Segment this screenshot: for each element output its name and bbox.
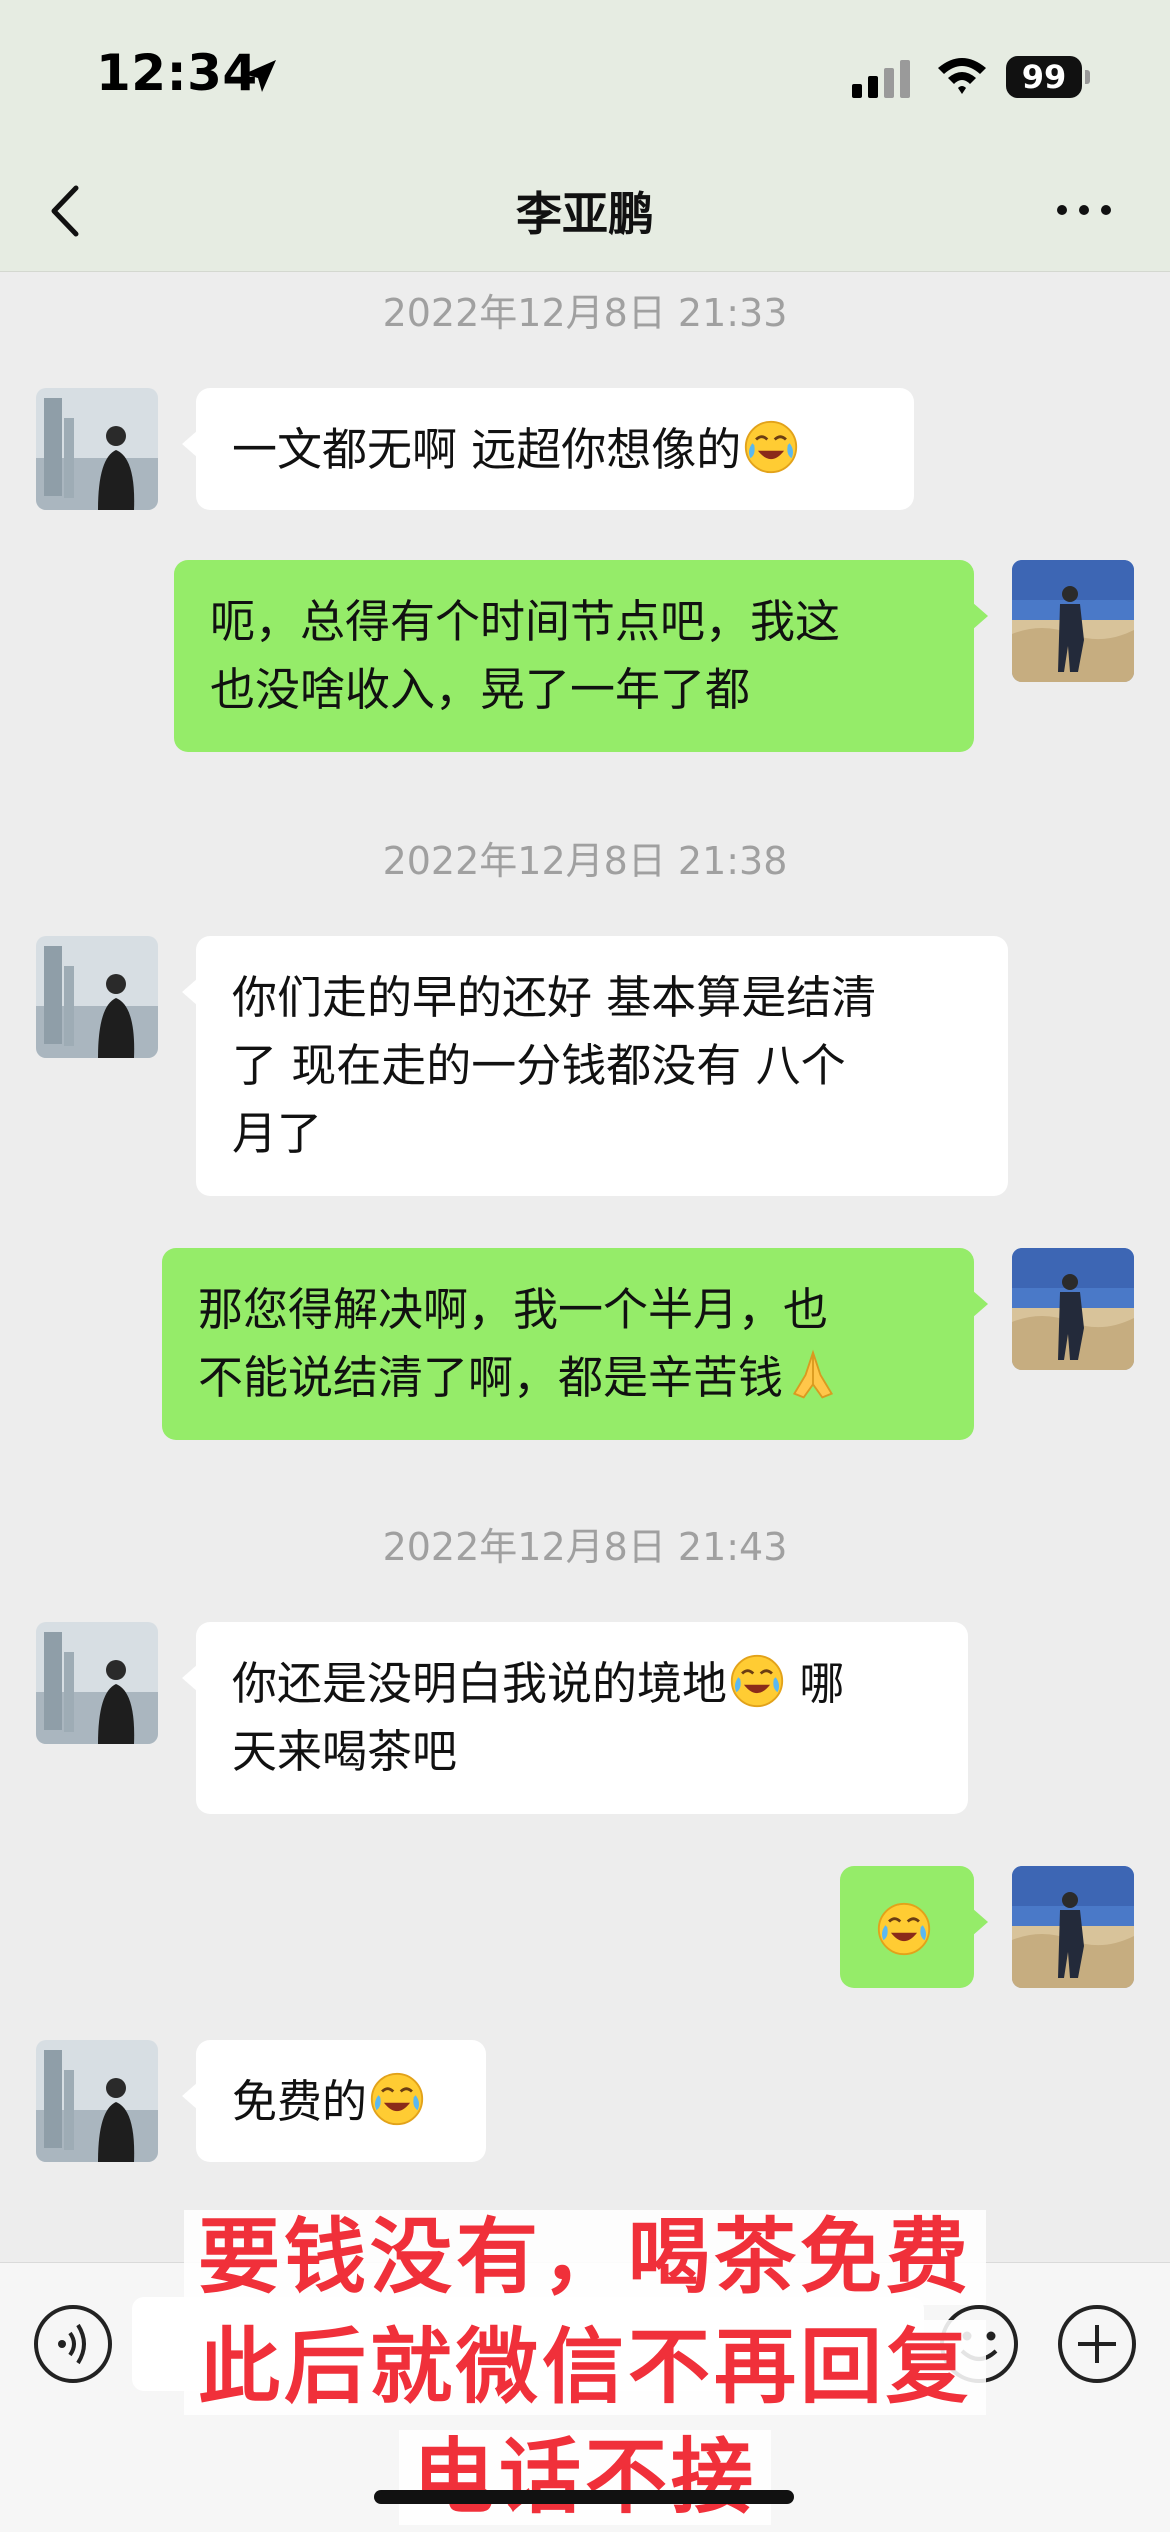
chat-header: 李亚鹏 [0,150,1170,272]
my-avatar[interactable] [1012,1866,1134,1988]
message-text: 那您得解决啊，我一个半月，也 [198,1283,829,1336]
tears-of-joy-emoji [876,1901,932,1957]
my-avatar[interactable] [1012,560,1134,682]
message-text: 免费的 [232,2075,368,2128]
contact-avatar[interactable] [36,936,158,1058]
status-time: 12:34 [96,44,258,102]
message-text: 呃，总得有个时间节点吧，我这 [210,595,841,648]
wifi-icon [938,58,986,94]
message-text: 你还是没明白我说的境地 [232,1657,728,1710]
status-bar: 12:34 99 [0,0,1170,150]
tears-of-joy-emoji [729,1653,785,1709]
message-text: 也没啥收入，晃了一年了都 [210,663,751,716]
incoming-message[interactable]: 你还是没明白我说的境地 哪 天来喝茶吧 [182,1622,968,1814]
battery-indicator: 99 [1006,56,1090,98]
message-text: 不能说结清了啊，都是辛苦钱 [198,1351,784,1404]
message-text: 哪 [799,1657,845,1710]
location-arrow-icon [244,60,276,92]
message-text: 了 现在走的一分钱都没有 八个 [232,1039,846,1092]
praying-hands-emoji [785,1347,841,1403]
message-text: 月了 [232,1107,323,1160]
more-dots-icon[interactable] [1054,190,1114,230]
tears-of-joy-emoji [743,419,799,475]
message-text: 你们走的早的还好 基本算是结清 [232,971,877,1024]
caption-line: 要钱没有，喝茶免费 [0,2190,1170,2309]
message-text: 天来喝茶吧 [232,1725,458,1778]
chat-title: 李亚鹏 [516,187,654,241]
contact-avatar[interactable] [36,2040,158,2162]
timestamp: 2022年12月8日 21:33 [382,291,788,335]
outgoing-message[interactable]: 那您得解决啊，我一个半月，也 不能说结清了啊，都是辛苦钱 [162,1248,988,1440]
my-avatar[interactable] [1012,1248,1134,1370]
caption-line: 此后就微信不再回复 [0,2300,1170,2419]
timestamp: 2022年12月8日 21:38 [382,839,788,883]
incoming-message[interactable]: 你们走的早的还好 基本算是结清 了 现在走的一分钱都没有 八个 月了 [182,936,1008,1196]
home-indicator [374,2490,794,2504]
message-text: 一文都无啊 远超你想像的 [232,423,742,476]
outgoing-message[interactable]: 呃，总得有个时间节点吧，我这 也没啥收入，晃了一年了都 [174,560,988,752]
contact-avatar[interactable] [36,1622,158,1744]
chat-screen: 12:34 99 李亚鹏 2022年12月8日 21:33 一文都无啊 远超你想… [0,0,1170,2532]
incoming-message[interactable]: 一文都无啊 远超你想像的 [182,388,914,510]
outgoing-message[interactable] [840,1866,988,1988]
incoming-message[interactable]: 免费的 [182,2040,486,2162]
tears-of-joy-emoji [369,2071,425,2127]
caption-line: 电话不接 [0,2410,1170,2529]
timestamp: 2022年12月8日 21:43 [382,1525,788,1569]
battery-level: 99 [1021,58,1067,96]
contact-avatar[interactable] [36,388,158,510]
cellular-signal-icon [852,60,910,98]
